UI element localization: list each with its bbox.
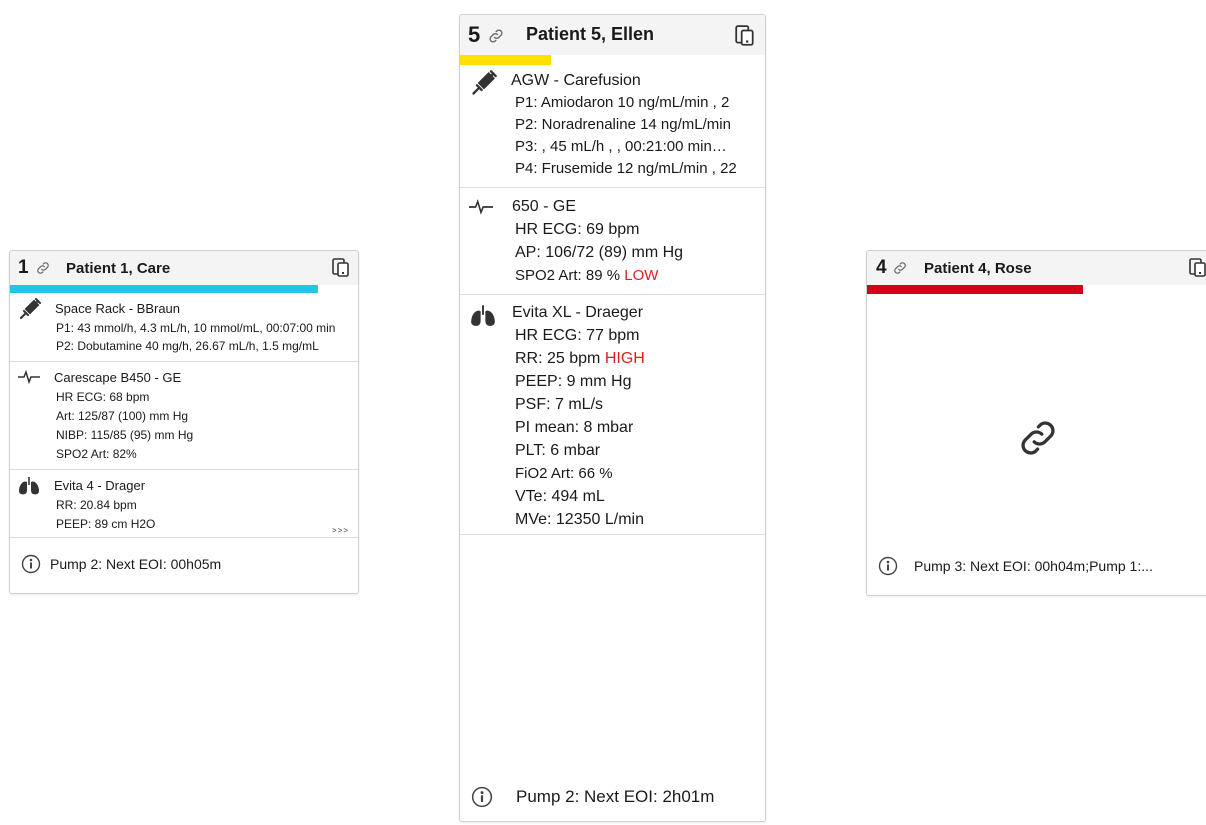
monitor-line-2: Art: 125/87 (100) mm Hg xyxy=(56,409,189,423)
pump-device-name: Space Rack - BBraun xyxy=(55,301,181,316)
patient-card-4[interactable]: 4 Patient 4, Rose Pump 3: Next EOI: 00h0… xyxy=(866,250,1206,596)
status-bar xyxy=(460,55,551,65)
device-icon[interactable] xyxy=(1189,258,1206,283)
vent-line-2: PEEP: 89 cm H2O xyxy=(56,517,156,531)
monitor-line-3: NIBP: 115/85 (95) mm Hg xyxy=(56,428,194,442)
pump-section[interactable]: AGW - Carefusion P1: Amiodaron 10 ng/mL/… xyxy=(460,67,765,187)
rr-value: RR: 25 bpm xyxy=(515,350,601,367)
patient-name[interactable]: Patient 1, Care xyxy=(66,260,170,277)
pump-line-2: P2: Noradrenaline 14 ng/mL/min xyxy=(515,116,731,133)
pump-line-3: P3: , 45 mL/h , , 00:21:00 min… xyxy=(515,138,727,155)
vent-device-name: Evita XL - Draeger xyxy=(512,304,644,321)
syringe-icon xyxy=(18,297,42,326)
vent-line-pimean: PI mean: 8 mbar xyxy=(515,419,634,436)
vent-rr: RR: 25 bpm HIGH xyxy=(515,350,645,368)
ventilator-section[interactable]: Evita 4 - Drager RR: 20.84 bpm PEEP: 89 … xyxy=(10,469,358,538)
info-icon xyxy=(878,556,898,581)
footer-text: Pump 3: Next EOI: 00h04m;Pump 1:... xyxy=(914,558,1153,574)
pump-line-1: P1: 43 mmol/h, 4.3 mL/h, 10 mmol/mL, 00:… xyxy=(56,321,336,335)
ecg-icon xyxy=(469,199,493,220)
card-footer: Pump 3: Next EOI: 00h04m;Pump 1:... xyxy=(867,549,1206,595)
vent-line-vte: VTe: 494 mL xyxy=(515,488,605,505)
card-footer: Pump 2: Next EOI: 2h01m xyxy=(460,775,765,821)
link-icon[interactable] xyxy=(35,260,51,281)
monitor-ap: AP: 106/72 (89) mm Hg xyxy=(515,244,684,261)
syringe-icon xyxy=(470,69,498,102)
monitor-hr: HR ECG: 69 bpm xyxy=(515,221,640,238)
device-icon[interactable] xyxy=(735,25,755,52)
pump-device-name: AGW - Carefusion xyxy=(511,72,641,89)
spo2-value: SPO2 Art: 89 % xyxy=(515,267,621,284)
vent-line-psf: PSF: 7 mL/s xyxy=(515,396,604,413)
pump-line-2: P2: Dobutamine 40 mg/h, 26.67 mL/h, 1.5 … xyxy=(56,339,319,353)
vent-line-mve: MVe: 12350 L/min xyxy=(515,511,644,528)
pump-line-4: P4: Frusemide 12 ng/mL/min , 22 xyxy=(515,160,737,177)
pump-line-1: P1: Amiodaron 10 ng/mL/min , 2 xyxy=(515,94,730,111)
footer-text: Pump 2: Next EOI: 2h01m xyxy=(516,787,715,806)
monitor-section[interactable]: Carescape B450 - GE HR ECG: 68 bpm Art: … xyxy=(10,361,358,470)
ecg-icon xyxy=(18,369,40,389)
status-bar xyxy=(10,285,318,293)
patient-name[interactable]: Patient 5, Ellen xyxy=(526,24,654,45)
status-bar xyxy=(867,285,1083,294)
ventilator-section[interactable]: Evita XL - Draeger HR ECG: 77 bpm RR: 25… xyxy=(460,294,765,535)
patient-card-header[interactable]: 5 Patient 5, Ellen xyxy=(460,15,765,55)
monitor-line-1: HR ECG: 68 bpm xyxy=(56,390,150,404)
monitor-device-name: 650 - GE xyxy=(512,198,577,215)
rr-alarm-flag: HIGH xyxy=(604,350,645,367)
info-icon xyxy=(471,786,493,813)
monitor-section[interactable]: 650 - GE HR ECG: 69 bpm AP: 106/72 (89) … xyxy=(460,187,765,295)
vent-line-peep: PEEP: 9 mm Hg xyxy=(515,373,632,390)
patient-card-header[interactable]: 4 Patient 4, Rose xyxy=(867,251,1206,285)
pump-section[interactable]: Space Rack - BBraun P1: 43 mmol/h, 4.3 m… xyxy=(10,295,358,361)
patient-name[interactable]: Patient 4, Rose xyxy=(924,260,1032,277)
bed-number: 1 xyxy=(18,257,29,278)
spo2-alarm-flag: LOW xyxy=(624,267,659,284)
unlinked-link-icon[interactable] xyxy=(1015,415,1061,466)
bed-number: 4 xyxy=(876,257,887,278)
monitor-spo2: SPO2 Art: 89 % LOW xyxy=(515,267,658,284)
vent-line-fio2: FiO2 Art: 66 % xyxy=(515,465,613,482)
monitor-device-name: Carescape B450 - GE xyxy=(54,370,182,385)
vent-line-1: RR: 20.84 bpm xyxy=(56,498,137,512)
device-icon[interactable] xyxy=(332,258,350,283)
patient-card-header[interactable]: 1 Patient 1, Care xyxy=(10,251,358,285)
vent-device-name: Evita 4 - Drager xyxy=(54,478,146,493)
patient-card-5[interactable]: 5 Patient 5, Ellen AGW - Carefusion P1: … xyxy=(459,14,766,822)
lungs-icon xyxy=(18,476,40,501)
more-indicator[interactable]: >>> xyxy=(332,526,349,535)
empty-area xyxy=(460,534,765,536)
info-icon xyxy=(21,554,41,579)
bed-number: 5 xyxy=(468,22,481,47)
monitor-line-4: SPO2 Art: 82% xyxy=(56,447,137,461)
patient-card-1[interactable]: 1 Patient 1, Care Space Rack - BBraun P1… xyxy=(9,250,359,594)
vent-hr: HR ECG: 77 bpm xyxy=(515,327,640,344)
vent-line-plt: PLT: 6 mbar xyxy=(515,442,601,459)
link-icon[interactable] xyxy=(892,260,908,281)
lungs-icon xyxy=(470,304,496,333)
link-icon[interactable] xyxy=(487,27,505,50)
card-footer: Pump 2: Next EOI: 00h05m xyxy=(10,537,358,593)
footer-text: Pump 2: Next EOI: 00h05m xyxy=(50,556,222,572)
